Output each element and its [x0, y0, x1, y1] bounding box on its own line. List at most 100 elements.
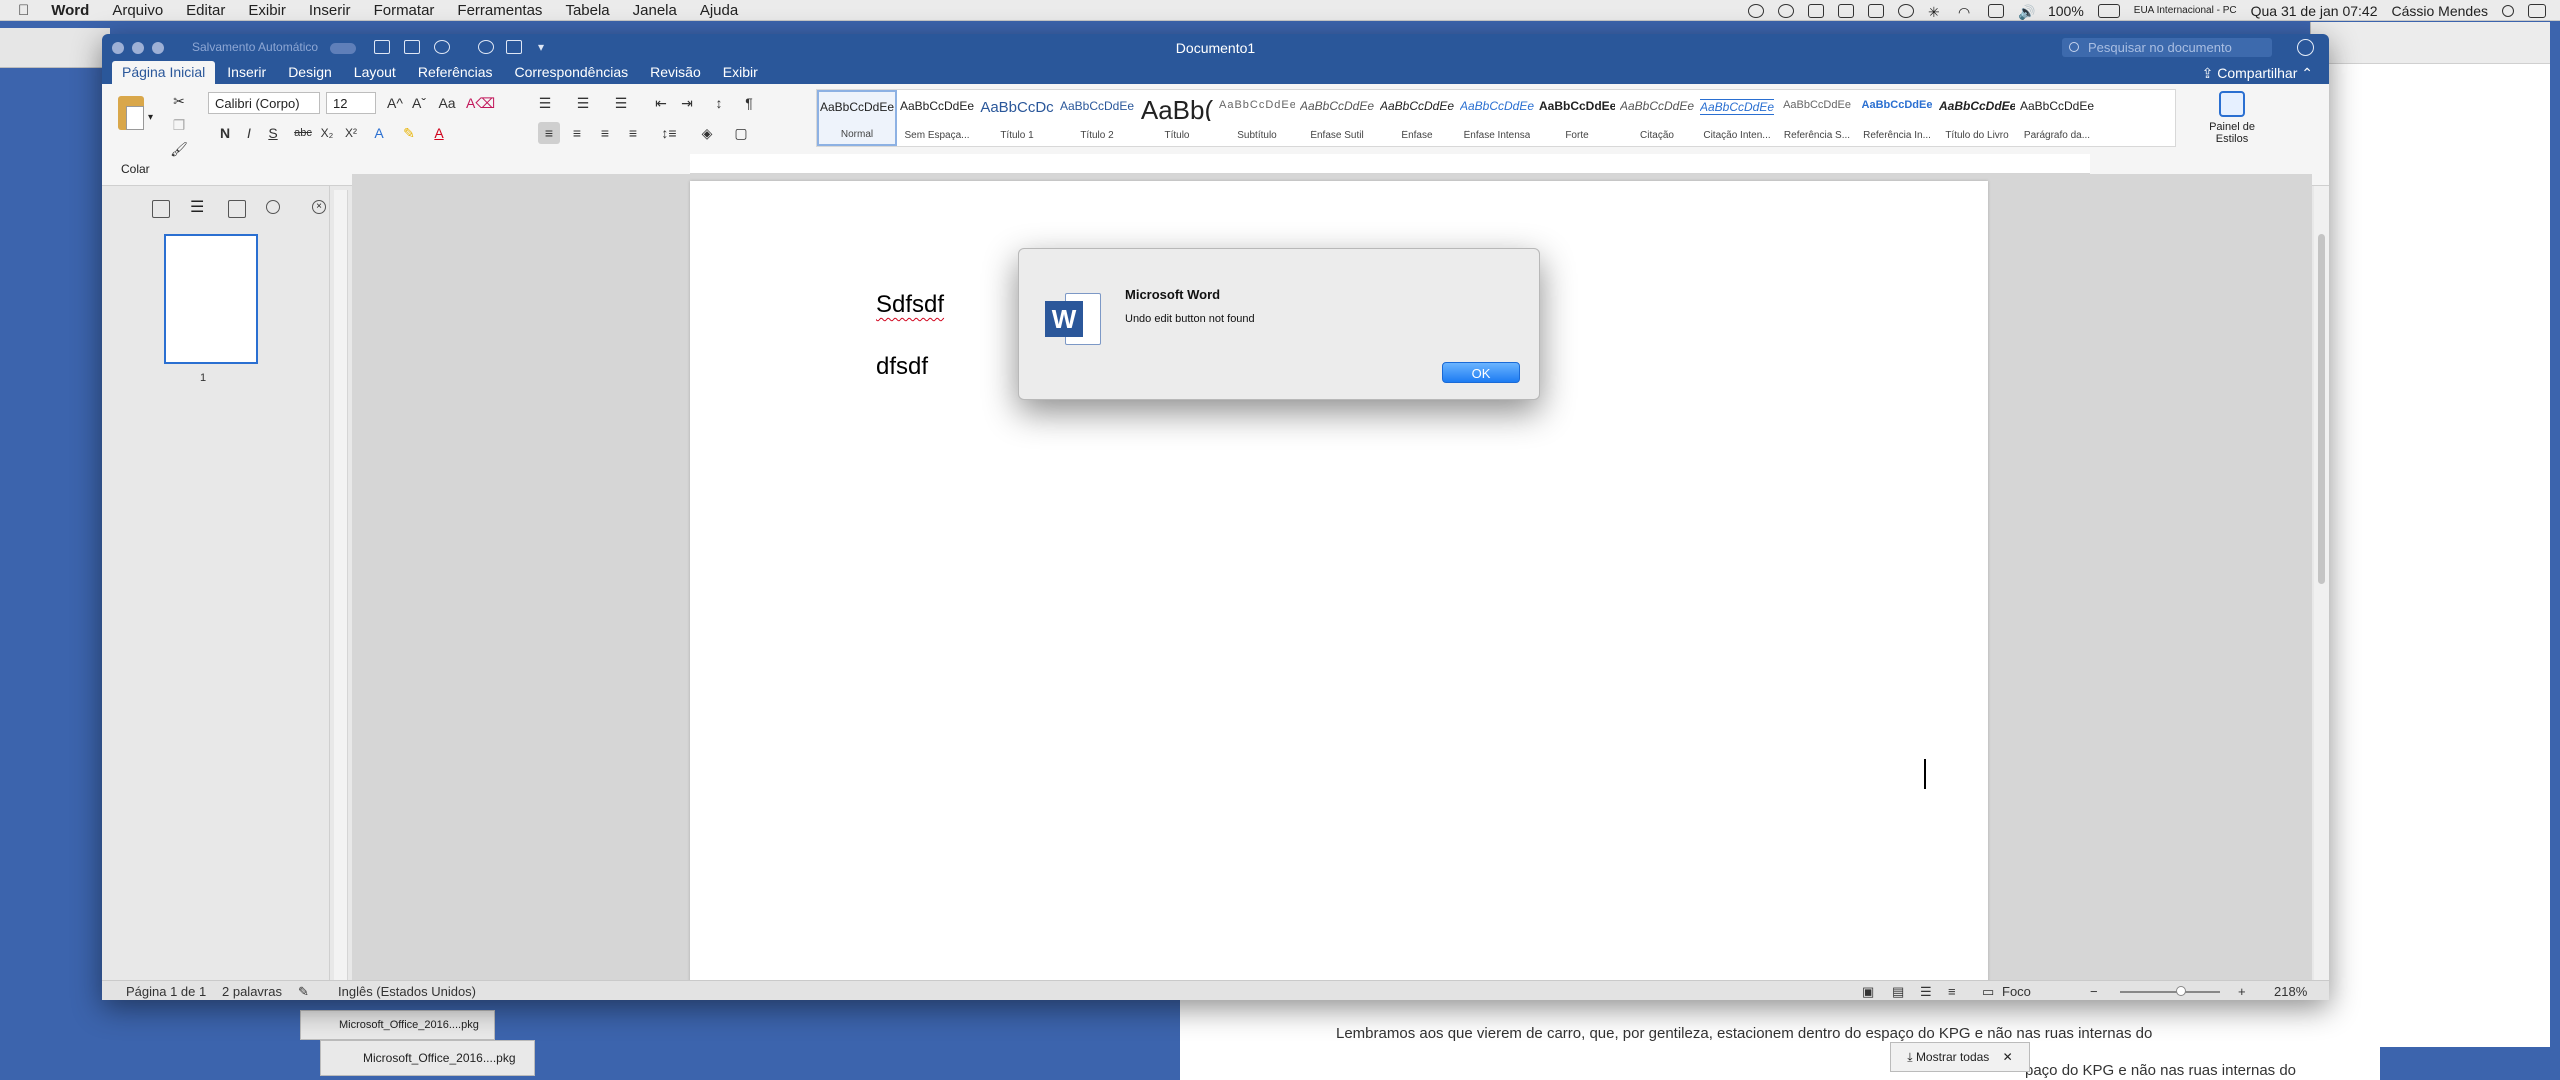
tab-exibir[interactable]: Exibir: [713, 61, 768, 84]
menu-arquivo[interactable]: Arquivo: [112, 2, 163, 19]
copy-icon[interactable]: ❐: [168, 114, 190, 136]
style-titulo-do-livro[interactable]: AaBbCcDdEe Título do Livro: [1937, 90, 2017, 146]
zoom-out-icon[interactable]: −: [2090, 984, 2098, 999]
cloud-icon[interactable]: [1807, 3, 1824, 18]
font-name-select[interactable]: Calibri (Corpo): [208, 92, 320, 114]
tab-layout[interactable]: Layout: [344, 61, 406, 84]
align-left-icon[interactable]: ≡: [538, 122, 560, 144]
apple-icon[interactable]: : [18, 2, 29, 19]
draft-view-icon[interactable]: ≡: [1948, 984, 1956, 999]
bullets-icon[interactable]: ☰: [534, 92, 556, 114]
style-enfase-intensa[interactable]: AaBbCcDdEe Ênfase Intensa: [1457, 90, 1537, 146]
style-referencia-sutil[interactable]: AaBbCcDdEe Referência S...: [1777, 90, 1857, 146]
spotlight-search-icon[interactable]: [2502, 4, 2514, 17]
format-painter-icon[interactable]: 🖌: [168, 138, 190, 160]
style-normal[interactable]: AaBbCcDdEe Normal: [817, 90, 897, 146]
outline-icon[interactable]: ☰: [190, 200, 208, 218]
paragraph-1[interactable]: Sdfsdf: [876, 291, 944, 319]
tab-pagina-inicial[interactable]: Página Inicial: [112, 61, 216, 84]
volume-icon[interactable]: 🔊: [2018, 4, 2035, 20]
time-machine-icon[interactable]: [1897, 3, 1914, 18]
clock[interactable]: Qua 31 de jan 07:42: [2251, 3, 2378, 19]
airplay-icon[interactable]: [1987, 3, 2004, 18]
page-thumbnail[interactable]: [164, 234, 258, 364]
sort-icon[interactable]: ↕: [708, 92, 730, 114]
show-all-downloads-button[interactable]: ⤓ Mostrar todas ✕: [1890, 1042, 2030, 1072]
menu-tabela[interactable]: Tabela: [565, 2, 609, 19]
ok-button[interactable]: OK: [1442, 362, 1520, 383]
justify-icon[interactable]: ≡: [622, 122, 644, 144]
share-button[interactable]: ⇪ Compartilhar ⌃: [2202, 65, 2313, 82]
paragraph-2[interactable]: dfsdf: [876, 353, 928, 381]
style-forte[interactable]: AaBbCcDdEe Forte: [1537, 90, 1617, 146]
clear-formatting-icon[interactable]: A⌫: [466, 92, 495, 114]
tab-revisao[interactable]: Revisão: [640, 61, 711, 84]
zoom-slider-thumb[interactable]: [2176, 986, 2186, 996]
download-item-2[interactable]: Microsoft_Office_2016....pkg: [320, 1040, 535, 1076]
style-titulo-1[interactable]: AaBbCcDc Título 1: [977, 90, 1057, 146]
align-right-icon[interactable]: ≡: [594, 122, 616, 144]
line-spacing-icon[interactable]: ↕≡: [658, 122, 680, 144]
menu-formatar[interactable]: Formatar: [374, 2, 435, 19]
zoom-slider[interactable]: [2120, 991, 2220, 993]
style-titulo[interactable]: AaBb(Título: [1137, 90, 1217, 146]
language[interactable]: Inglês (Estados Unidos): [338, 984, 476, 999]
outline-view-icon[interactable]: ☰: [1920, 984, 1932, 1000]
show-formatting-icon[interactable]: ¶: [738, 92, 760, 114]
paste-label[interactable]: Colar: [121, 162, 150, 176]
style-citacao-intensa[interactable]: AaBbCcDdEe Citação Inten...: [1697, 90, 1777, 146]
style-citacao[interactable]: AaBbCcDdEe Citação: [1617, 90, 1697, 146]
zoom-level[interactable]: 218%: [2274, 984, 2307, 999]
style-sem-espacamento[interactable]: AaBbCcDdEe Sem Espaça...: [897, 90, 977, 146]
menu-janela[interactable]: Janela: [633, 2, 677, 19]
tab-design[interactable]: Design: [278, 61, 342, 84]
bluetooth-icon[interactable]: ✳: [1928, 4, 1944, 20]
font-color-icon[interactable]: A: [428, 122, 450, 144]
grid-icon[interactable]: [1867, 3, 1884, 18]
zoom-in-icon[interactable]: +: [2238, 984, 2246, 999]
smiley-feedback-icon[interactable]: [2297, 39, 2314, 56]
style-subtitulo[interactable]: AaBbCcDdEe Subtítulo: [1217, 90, 1297, 146]
print-layout-icon[interactable]: ▣: [1862, 984, 1874, 1000]
bold-icon[interactable]: N: [214, 122, 236, 144]
styles-pane-button[interactable]: Painel de Estilos: [2202, 89, 2262, 147]
menu-app-word[interactable]: Word: [51, 2, 89, 19]
focus-label[interactable]: Foco: [2002, 984, 2031, 999]
word-count[interactable]: 2 palavras: [222, 984, 282, 999]
increase-indent-icon[interactable]: ⇥: [676, 92, 698, 114]
borders-icon[interactable]: ▢: [730, 122, 752, 144]
numbering-icon[interactable]: ☰: [572, 92, 594, 114]
horizontal-ruler[interactable]: [690, 154, 2090, 174]
style-referencia-intensa[interactable]: AaBbCcDdEe Referência In...: [1857, 90, 1937, 146]
menu-ajuda[interactable]: Ajuda: [700, 2, 738, 19]
proofing-icon[interactable]: ✎: [298, 984, 309, 1000]
wifi-icon[interactable]: ◠: [1958, 4, 1974, 20]
shading-icon[interactable]: ◈: [696, 122, 718, 144]
menu-editar[interactable]: Editar: [186, 2, 225, 19]
document-map-icon[interactable]: [228, 200, 246, 218]
tab-correspondencias[interactable]: Correspondências: [505, 61, 639, 84]
close-pane-icon[interactable]: ×: [312, 200, 326, 214]
menu-inserir[interactable]: Inserir: [309, 2, 351, 19]
scrollbar-thumb[interactable]: [2318, 234, 2325, 584]
subscript-icon[interactable]: X₂: [316, 122, 338, 144]
search-pane-icon[interactable]: [266, 200, 280, 214]
search-document-input[interactable]: Pesquisar no documento: [2062, 38, 2272, 57]
change-case-icon[interactable]: Aa: [436, 92, 458, 114]
input-source[interactable]: EUA Internacional - PC: [2134, 5, 2237, 16]
battery-icon[interactable]: [2097, 3, 2120, 18]
creative-cloud-icon[interactable]: [1747, 3, 1764, 18]
style-enfase[interactable]: AaBbCcDdEe Ênfase: [1377, 90, 1457, 146]
shrink-font-icon[interactable]: Aˇ: [408, 92, 430, 114]
tab-referencias[interactable]: Referências: [408, 61, 503, 84]
thumbnails-icon[interactable]: [152, 200, 170, 218]
user-name[interactable]: Cássio Mendes: [2392, 3, 2489, 19]
menu-exibir[interactable]: Exibir: [248, 2, 286, 19]
highlight-icon[interactable]: ✎: [398, 122, 420, 144]
focus-icon[interactable]: ▭: [1982, 984, 1994, 1000]
vertical-ruler[interactable]: [334, 190, 348, 986]
style-titulo-2[interactable]: AaBbCcDdEe Título 2: [1057, 90, 1137, 146]
text-effects-icon[interactable]: A: [368, 122, 390, 144]
style-paragrafo-da-lista[interactable]: AaBbCcDdEe Parágrafo da...: [2017, 90, 2097, 146]
align-center-icon[interactable]: ≡: [566, 122, 588, 144]
